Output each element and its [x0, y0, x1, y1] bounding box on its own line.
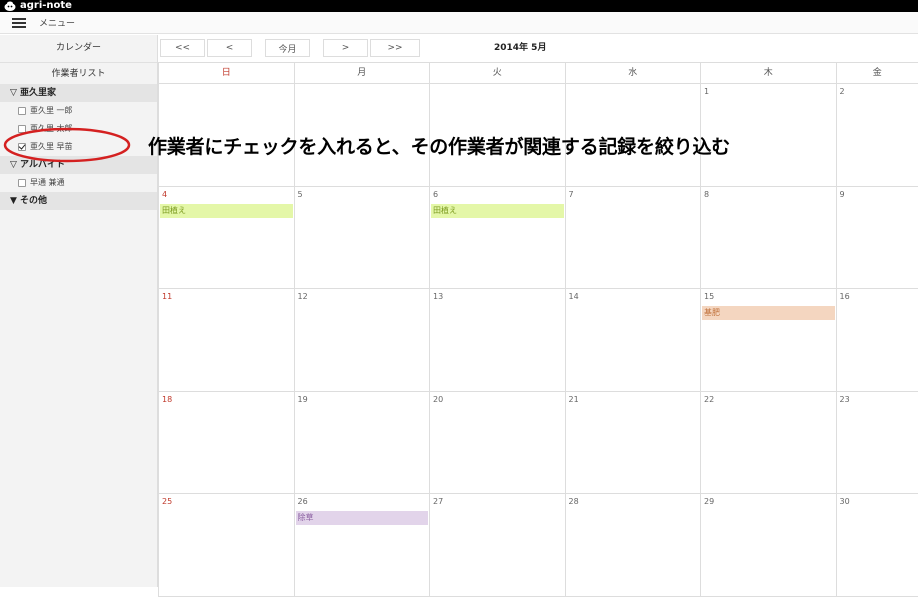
- annotation-callout: 作業者にチェックを入れると、その作業者が関連する記録を絞り込む: [148, 132, 730, 159]
- calendar-day-cell[interactable]: 2: [836, 84, 918, 187]
- calendar-event[interactable]: 除草: [296, 511, 429, 525]
- calendar-event[interactable]: 基肥: [702, 306, 835, 320]
- day-number: 9: [840, 190, 845, 199]
- calendar-day-cell[interactable]: 22: [700, 392, 836, 495]
- weekday-header: 火: [429, 63, 565, 84]
- day-number: 11: [162, 292, 172, 301]
- day-number: 15: [704, 292, 714, 301]
- prev-year-button[interactable]: <<: [160, 39, 205, 57]
- calendar-day-cell[interactable]: 28: [565, 494, 701, 597]
- day-number: 14: [569, 292, 579, 301]
- day-number: 19: [298, 395, 308, 404]
- day-number: 5: [298, 190, 303, 199]
- worker-item[interactable]: 亜久里 一郎: [0, 102, 157, 120]
- day-number: 28: [569, 497, 579, 506]
- day-number: 18: [162, 395, 172, 404]
- worker-group-header[interactable]: ▽ 亜久里家: [0, 84, 157, 102]
- day-number: 20: [433, 395, 443, 404]
- day-number: 16: [840, 292, 850, 301]
- prev-month-button[interactable]: <: [207, 39, 252, 57]
- day-number: 22: [704, 395, 714, 404]
- agri-note-logo-icon: [4, 1, 16, 11]
- weekday-header: 月: [294, 63, 430, 84]
- weekday-header-row: 日月火水木金: [158, 62, 918, 84]
- worker-item[interactable]: 早通 兼通: [0, 174, 157, 192]
- calendar-day-cell[interactable]: 21: [565, 392, 701, 495]
- hamburger-menu-icon[interactable]: [12, 18, 26, 28]
- sidebar-worker-list-label: 作業者リスト: [0, 62, 157, 84]
- menubar: メニュー: [0, 12, 918, 34]
- app-titlebar: agri-note: [0, 0, 918, 12]
- calendar-day-cell[interactable]: 26 除草: [294, 494, 430, 597]
- day-number: 27: [433, 497, 443, 506]
- day-number: 29: [704, 497, 714, 506]
- current-month-button[interactable]: 今月: [265, 39, 310, 57]
- month-title: 2014年 5月: [494, 35, 546, 62]
- calendar-day-cell[interactable]: 12: [294, 289, 430, 392]
- calendar-event[interactable]: 田植え: [160, 204, 293, 218]
- calendar-day-cell[interactable]: 19: [294, 392, 430, 495]
- highlight-ellipse: [2, 126, 134, 164]
- day-number: 30: [840, 497, 850, 506]
- weekday-header: 日: [158, 63, 294, 84]
- app-name: agri-note: [20, 0, 72, 12]
- calendar-day-cell[interactable]: 6 田植え: [429, 187, 565, 290]
- weekday-header: 水: [565, 63, 701, 84]
- calendar-day-cell[interactable]: 4 田植え: [158, 187, 294, 290]
- day-number: 6: [433, 190, 438, 199]
- day-number: 8: [704, 190, 709, 199]
- next-month-button[interactable]: >: [323, 39, 368, 57]
- next-year-button[interactable]: >>: [370, 39, 420, 57]
- calendar-day-cell[interactable]: 25: [158, 494, 294, 597]
- day-number: 26: [298, 497, 308, 506]
- day-number: 25: [162, 497, 172, 506]
- day-number: 23: [840, 395, 850, 404]
- sidebar: カレンダー 作業者リスト ▽ 亜久里家亜久里 一郎亜久里 太郎亜久里 早苗▽ ア…: [0, 35, 158, 587]
- calendar-day-cell[interactable]: 20: [429, 392, 565, 495]
- day-number: 13: [433, 292, 443, 301]
- calendar-day-cell[interactable]: 23: [836, 392, 918, 495]
- calendar-day-cell[interactable]: 14: [565, 289, 701, 392]
- calendar-day-cell[interactable]: 29: [700, 494, 836, 597]
- worker-group-header[interactable]: ▼ その他: [0, 192, 157, 210]
- calendar-day-cell[interactable]: 5: [294, 187, 430, 290]
- calendar-day-cell[interactable]: 13: [429, 289, 565, 392]
- day-number: 4: [162, 190, 167, 199]
- calendar-day-cell[interactable]: 30: [836, 494, 918, 597]
- worker-name: 亜久里 一郎: [30, 102, 73, 120]
- calendar-day-cell[interactable]: 27: [429, 494, 565, 597]
- calendar-day-cell[interactable]: 15 基肥: [700, 289, 836, 392]
- day-number: 21: [569, 395, 579, 404]
- calendar-day-cell[interactable]: 9: [836, 187, 918, 290]
- calendar-day-cell[interactable]: 7: [565, 187, 701, 290]
- menu-label[interactable]: メニュー: [39, 16, 75, 29]
- sidebar-calendar-label[interactable]: カレンダー: [0, 35, 157, 62]
- weekday-header: 金: [836, 63, 918, 84]
- worker-checkbox[interactable]: [18, 107, 26, 115]
- day-number: 12: [298, 292, 308, 301]
- calendar-day-cell[interactable]: 8: [700, 187, 836, 290]
- calendar-day-cell[interactable]: 16: [836, 289, 918, 392]
- calendar-event[interactable]: 田植え: [431, 204, 564, 218]
- worker-name: 早通 兼通: [30, 174, 65, 192]
- day-number: 7: [569, 190, 574, 199]
- calendar-day-cell[interactable]: 11: [158, 289, 294, 392]
- day-number: 1: [704, 87, 709, 96]
- weekday-header: 木: [700, 63, 836, 84]
- day-number: 2: [840, 87, 845, 96]
- calendar-day-cell[interactable]: 18: [158, 392, 294, 495]
- worker-checkbox[interactable]: [18, 179, 26, 187]
- calendar-nav: << < 今月 > >> 2014年 5月: [158, 35, 918, 62]
